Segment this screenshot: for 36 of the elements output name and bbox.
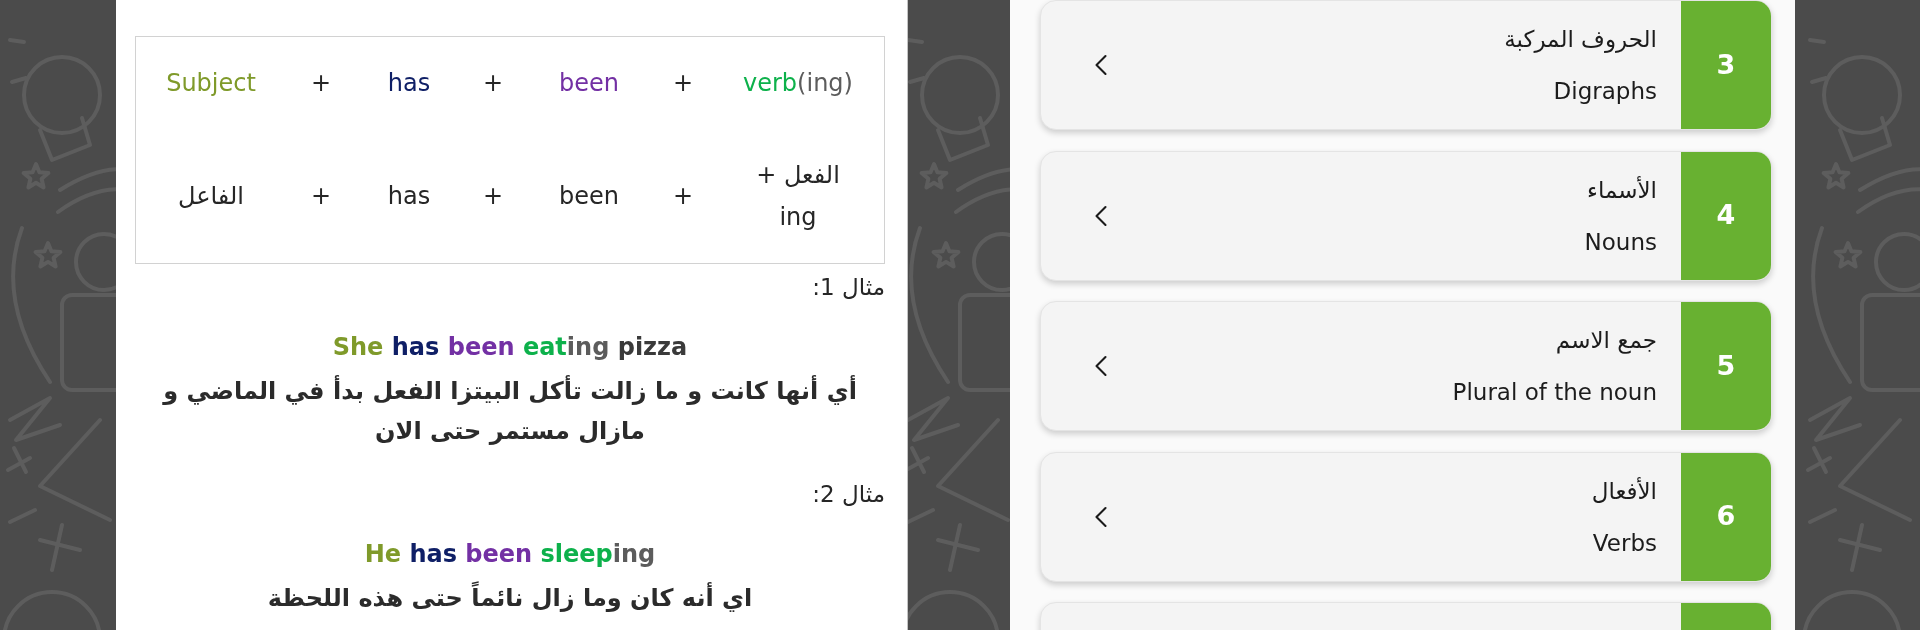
lesson-title: الأفعال bbox=[1591, 476, 1657, 506]
chevron-icon bbox=[1094, 204, 1108, 227]
example-sentence: He has been sleeping bbox=[364, 539, 656, 569]
formula-term: + bbox=[672, 68, 694, 99]
lesson-subtitle: Verbs bbox=[1592, 528, 1657, 558]
lesson-title: جمع الاسم bbox=[1555, 326, 1657, 356]
formula-term: verb(ing) bbox=[743, 68, 853, 99]
formula-term: الفعل + ing bbox=[755, 160, 841, 233]
formula-term: الفاعل bbox=[178, 181, 244, 212]
lesson-subtitle: Nouns bbox=[1584, 227, 1657, 257]
example-translation: أي أنها كانت و ما زالت تأكل البيتزا الفعل بدأ في الماضي و مازال مستمر حتى الان bbox=[161, 374, 858, 447]
chevron-icon bbox=[1094, 355, 1108, 377]
formula-term: + bbox=[310, 68, 332, 99]
lesson-number: 5 bbox=[1681, 302, 1771, 430]
lesson-title: الحروف المركبة bbox=[1504, 25, 1657, 55]
lesson-title: الأسماء bbox=[1587, 175, 1657, 205]
formula-term: been bbox=[559, 181, 619, 212]
formula-term: + bbox=[482, 181, 504, 212]
chevron-icon bbox=[1094, 505, 1108, 528]
formula-term: been bbox=[559, 68, 619, 99]
formula-term: has bbox=[387, 68, 431, 99]
example-sentence: She has been eating pizza bbox=[332, 332, 688, 362]
lesson-subtitle: Plural of the noun bbox=[1452, 378, 1657, 407]
formula-term: has bbox=[387, 181, 431, 212]
formula-term: Subject bbox=[166, 68, 256, 99]
lesson-number: 3 bbox=[1681, 1, 1771, 129]
example-label: مثال 2: bbox=[812, 480, 885, 509]
lesson-number: 6 bbox=[1681, 452, 1771, 581]
formula-term: + bbox=[310, 181, 332, 212]
formula-term: + bbox=[672, 181, 694, 212]
formula-term: + bbox=[482, 68, 504, 99]
lesson-number: 4 bbox=[1681, 151, 1771, 280]
lesson-subtitle: Digraphs bbox=[1553, 77, 1657, 106]
example-translation: اي أنه كان وما زال نائماً حتى هذه اللحظة bbox=[257, 578, 763, 618]
chevron-icon bbox=[1094, 54, 1108, 76]
example-label: مثال 1: bbox=[812, 273, 885, 302]
